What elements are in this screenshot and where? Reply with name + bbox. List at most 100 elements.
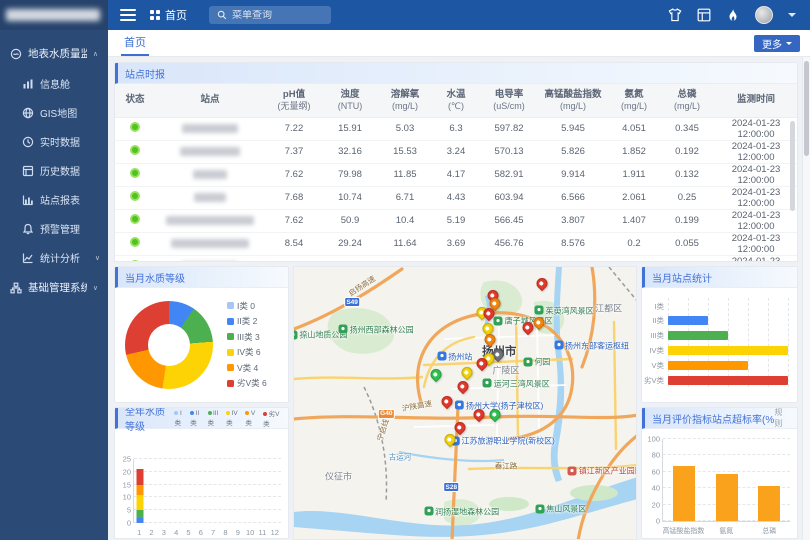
menu-search[interactable] — [209, 6, 331, 24]
cell-value: 603.94 — [479, 186, 539, 209]
column-header: 溶解氧(mg/L) — [377, 84, 433, 117]
column-header: 站点 — [155, 84, 265, 117]
station-marker-red[interactable] — [452, 419, 468, 435]
map-label: 广陵区 — [493, 364, 520, 377]
breadcrumb[interactable]: 首页 — [150, 7, 187, 23]
cell-value: 10.74 — [323, 186, 377, 209]
tab-home[interactable]: 首页 — [121, 30, 149, 56]
cell-value: 10.4 — [377, 209, 433, 232]
legend-item[interactable]: V类 — [245, 410, 258, 427]
table-row[interactable]: 7.9633.083.435.58641.957.893.0640.892024… — [115, 255, 798, 262]
table-row[interactable]: 7.6279.9811.854.17582.919.9141.9110.1322… — [115, 163, 798, 186]
cell-time: 2024-01-23 12:00:00 — [713, 232, 798, 255]
layout-icon[interactable] — [697, 8, 711, 22]
station-marker-red[interactable] — [534, 275, 550, 291]
station-marker-yellow[interactable] — [459, 365, 475, 381]
station-marker-green[interactable] — [428, 367, 444, 383]
sidebar-item-信息舱[interactable]: 信息舱 — [0, 69, 108, 98]
map-label: 沪陕高速 — [401, 398, 432, 414]
trend-icon — [22, 252, 34, 264]
page-scrollbar[interactable] — [802, 57, 810, 540]
more-button[interactable]: 更多 — [754, 35, 800, 52]
table-row[interactable]: 7.6810.746.714.43603.946.5662.0610.25202… — [115, 186, 798, 209]
vbar-高锰酸盐指数[interactable] — [673, 466, 695, 521]
cell-value: 3.064 — [607, 255, 661, 262]
poi-icon — [554, 341, 563, 350]
map-label: 宁启线 — [374, 418, 391, 443]
hbar-row-V类[interactable]: V类 — [668, 358, 788, 374]
map-label: 扬州站 — [437, 351, 472, 362]
hamburger-menu-icon[interactable] — [120, 9, 136, 21]
year-grade-chart[interactable]: 0510152025 123456789101112 — [115, 429, 288, 539]
vbar-氨氮[interactable] — [716, 474, 738, 521]
station-marker-red[interactable] — [439, 394, 455, 410]
rules-link[interactable]: 规则 — [774, 407, 790, 429]
legend-swatch — [227, 333, 234, 340]
station-marker-red[interactable] — [455, 379, 471, 395]
legend-item[interactable]: I类 — [174, 410, 185, 427]
poi-icon — [483, 379, 492, 388]
map-label: 镇江新区产业园区 — [568, 466, 637, 477]
vbar-label: 总磷 — [762, 526, 776, 536]
hbar-row-IV类[interactable]: IV类 — [668, 343, 788, 359]
cell-value: 582.91 — [479, 163, 539, 186]
legend-item[interactable]: II类 2 — [227, 314, 267, 330]
chevron-down-icon: ∨ — [95, 254, 102, 262]
table-scrollbar[interactable] — [790, 121, 795, 211]
cell-time: 2024-01-23 12:00:00 — [713, 140, 798, 163]
legend-item[interactable]: IV类 6 — [227, 345, 267, 361]
cell-value: 3.43 — [377, 255, 433, 262]
month-station-bar-chart[interactable]: 0123456 I类II类III类IV类V类劣V类 — [642, 288, 797, 403]
flame-icon[interactable] — [726, 8, 740, 22]
poi-icon — [535, 504, 544, 513]
map-label: 何园 — [523, 357, 550, 368]
legend-item[interactable]: II类 — [190, 410, 202, 427]
column-header: 水温(℃) — [433, 84, 479, 117]
water-grade-donut-chart[interactable] — [125, 301, 213, 389]
legend-item[interactable]: III类 3 — [227, 329, 267, 345]
legend-item[interactable]: I类 0 — [227, 298, 267, 314]
exceed-rate-bar-chart[interactable]: 020406080100 高锰酸盐指数氨氮总磷 — [642, 429, 797, 539]
sidebar-item-GIS地图[interactable]: GIS地图 — [0, 98, 108, 127]
tab-bar: 首页 更多 — [108, 30, 810, 57]
legend-item[interactable]: 劣V类 6 — [227, 376, 267, 392]
cell-value: 4.17 — [433, 163, 479, 186]
map-label: 启扬高速 — [347, 273, 378, 299]
cell-value: 3.69 — [433, 232, 479, 255]
sidebar-group-0[interactable]: 地表水质量监测系统∧ — [0, 38, 108, 69]
table-row[interactable]: 7.6250.910.45.19566.453.8071.4070.199202… — [115, 209, 798, 232]
sidebar-item-历史数据[interactable]: 历史数据 — [0, 156, 108, 185]
year-grade-panel: 全年水质等级 I类II类III类IV类V类劣V类 0510152025 1234… — [114, 407, 289, 539]
legend-item[interactable]: III类 — [208, 410, 222, 427]
legend-item[interactable]: V类 4 — [227, 360, 267, 376]
search-input[interactable] — [232, 10, 322, 21]
sidebar-item-实时数据[interactable]: 实时数据 — [0, 127, 108, 156]
table-row[interactable]: 7.2215.915.036.3597.825.9454.0510.345202… — [115, 117, 798, 140]
cell-value: 8.54 — [265, 232, 323, 255]
map-label: 扬州东部客运枢纽 — [554, 340, 629, 351]
gis-map[interactable]: 扬州市江都区广陵区仪征市捺山地质公园扬州西部森林公园唐子城风景区茱萸湾风景区何园… — [293, 266, 637, 540]
panel-title: 站点时报 — [125, 66, 165, 81]
user-menu-chevron-down-icon[interactable] — [788, 13, 796, 21]
sidebar-item-预警管理[interactable]: 预警管理 — [0, 214, 108, 243]
user-avatar[interactable] — [755, 6, 773, 24]
sidebar-group-1[interactable]: 基础管理系统∨ — [0, 272, 108, 303]
table-row[interactable]: 7.3732.1615.533.24570.135.8261.8520.1922… — [115, 140, 798, 163]
alert-icon — [22, 223, 34, 235]
hbar-row-II类[interactable]: II类 — [668, 313, 788, 329]
poi-icon — [339, 325, 348, 334]
hbar-row-劣V类[interactable]: 劣V类 — [668, 373, 788, 389]
legend-item[interactable]: IV类 — [226, 410, 240, 427]
legend-item[interactable]: 劣V类 — [263, 408, 281, 428]
map-label: 江苏旅游职业学院(新校区) — [450, 436, 554, 447]
sidebar-item-站点报表[interactable]: 站点报表 — [0, 185, 108, 214]
vbar-总磷[interactable] — [758, 486, 780, 521]
stacked-bar-month-1[interactable] — [137, 459, 144, 523]
theme-shirt-icon[interactable] — [668, 8, 682, 22]
road-shield: S49 — [344, 297, 360, 307]
sidebar-item-统计分析[interactable]: 统计分析∨ — [0, 243, 108, 272]
table-row[interactable]: 8.5429.2411.643.69456.768.5760.20.055202… — [115, 232, 798, 255]
hbar-row-I类[interactable]: I类 — [668, 298, 788, 314]
status-dot-normal — [130, 168, 140, 178]
hbar-row-III类[interactable]: III类 — [668, 328, 788, 344]
